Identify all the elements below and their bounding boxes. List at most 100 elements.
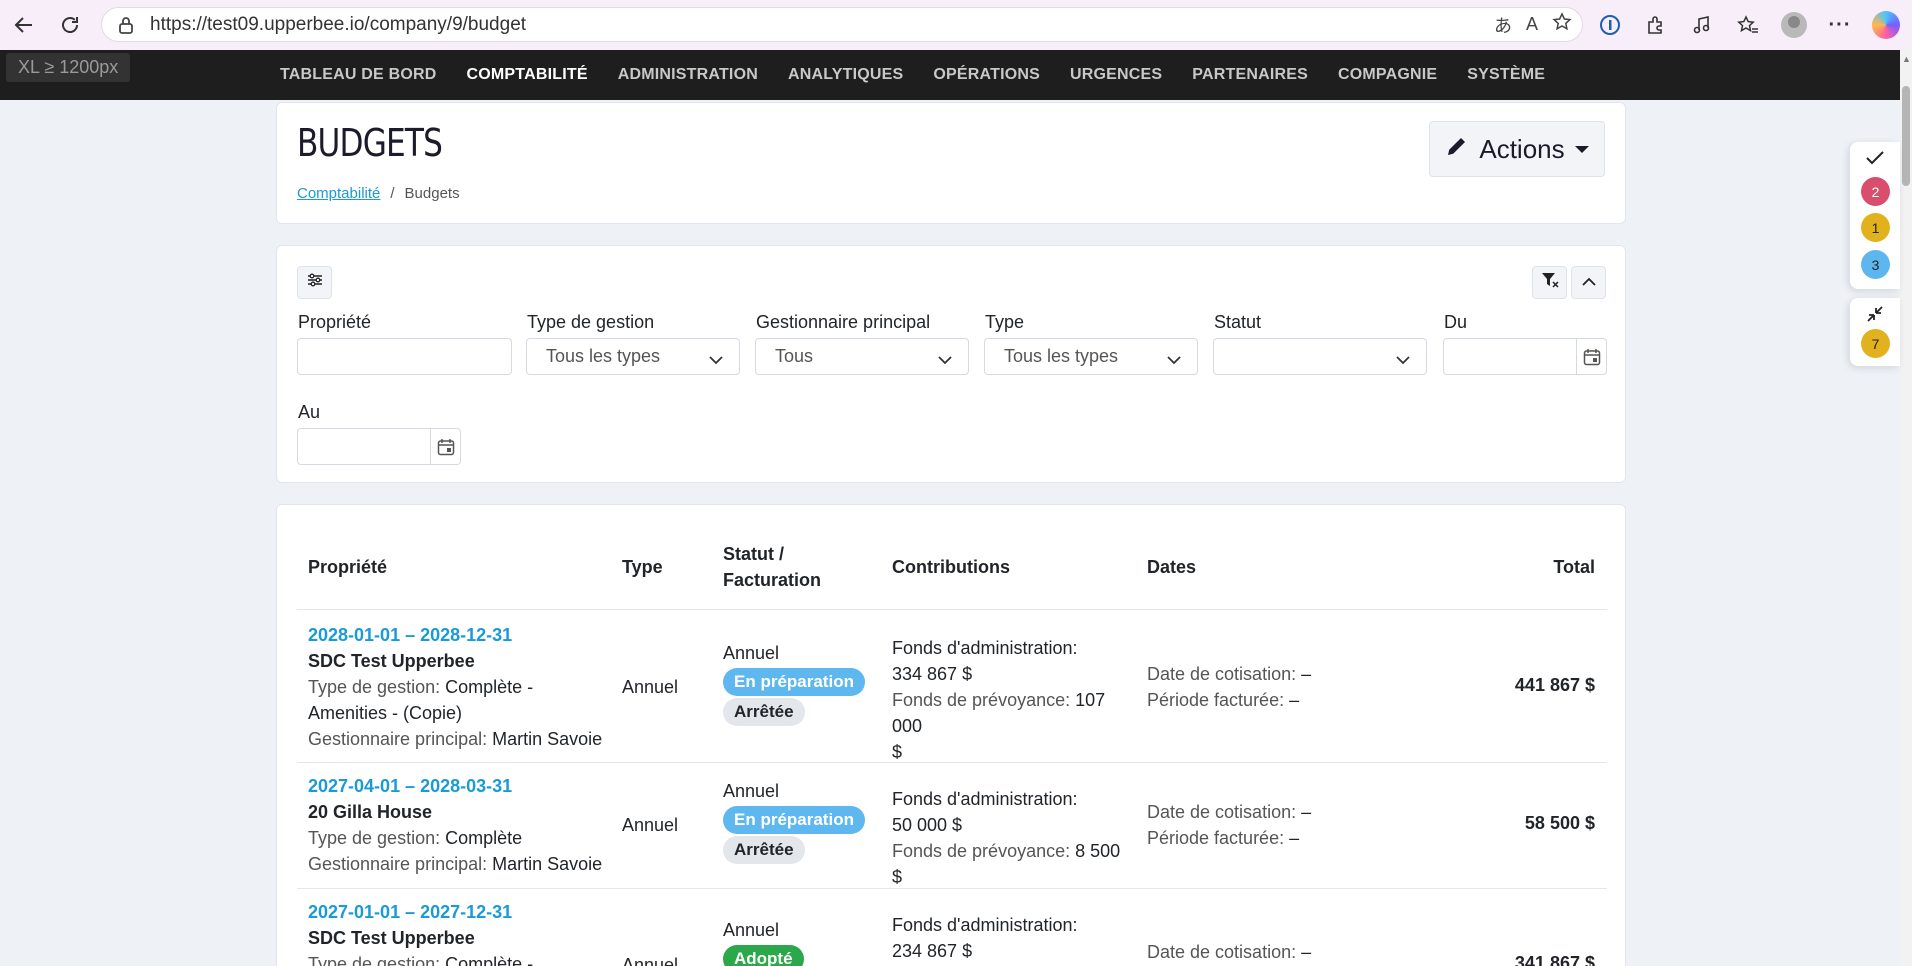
main-navigation: XL ≥ 1200px TABLEAU DE BORD COMPTABILITÉ A… — [0, 50, 1900, 100]
billing-badge: Arrêtée — [723, 698, 805, 726]
column-header-statut[interactable]: Statut / Facturation — [723, 541, 821, 593]
column-header-type[interactable]: Type — [622, 554, 663, 580]
extensions-icon[interactable] — [1638, 7, 1674, 43]
row-total: 58 500 $ — [1524, 813, 1595, 833]
translate-icon[interactable]: あ — [1494, 12, 1512, 38]
filter-settings-button[interactable] — [297, 266, 332, 299]
pencil-icon — [1445, 134, 1469, 165]
column-header-dates[interactable]: Dates — [1147, 554, 1196, 580]
row-total: 341 867 $ — [1514, 953, 1595, 966]
calendar-icon[interactable] — [1576, 339, 1606, 374]
chevron-down-icon — [709, 349, 723, 370]
admin-fund-label: Fonds d'administration: — [892, 915, 1078, 935]
actions-label: Actions — [1479, 133, 1565, 164]
row-total: 441 867 $ — [1514, 675, 1595, 695]
lock-icon — [116, 15, 136, 35]
chevron-down-icon — [1167, 349, 1181, 370]
checkmark-icon[interactable] — [1865, 150, 1885, 171]
row-type: Annuel — [622, 955, 679, 966]
nav-item-7[interactable]: COMPAGNIE — [1323, 66, 1452, 84]
page-title: BUDGETS — [297, 121, 443, 165]
favorites-icon[interactable] — [1730, 7, 1766, 43]
cotisation-value: – — [1301, 802, 1312, 822]
notification-panel: 2 1 3 — [1850, 142, 1900, 289]
scroll-up-arrow-icon[interactable]: ▲ — [1902, 54, 1911, 64]
budget-period-link[interactable]: 2028-01-01 – 2028-12-31 — [308, 622, 608, 648]
filter-label-du: Du — [1444, 312, 1468, 332]
gestionnaire-label: Gestionnaire principal: — [308, 729, 488, 749]
count-badge-gold[interactable]: 1 — [1861, 213, 1890, 242]
gestionnaire-value: Martin Savoie — [492, 729, 603, 749]
nav-item-4[interactable]: OPÉRATIONS — [918, 66, 1055, 84]
periode-value: – — [1289, 828, 1300, 848]
row-statut-type: Annuel — [723, 643, 780, 663]
count-badge-red[interactable]: 2 — [1861, 177, 1890, 206]
gestion-label: Type de gestion: — [308, 677, 441, 697]
filter-label-statut: Statut — [1214, 312, 1262, 332]
nav-item-0[interactable]: TABLEAU DE BORD — [265, 66, 451, 84]
favorite-star-icon[interactable] — [1552, 12, 1572, 37]
column-header-propriete[interactable]: Propriété — [308, 554, 387, 580]
floating-status-widget: 2 1 3 7 — [1850, 142, 1900, 366]
periode-value: – — [1289, 690, 1300, 710]
budgets-table-card: Propriété Type Statut / Facturation Contr… — [276, 504, 1626, 966]
gestion-value-line2: Amenities - (Copie) — [308, 703, 463, 723]
nav-item-2[interactable]: ADMINISTRATION — [603, 66, 773, 84]
media-icon[interactable] — [1684, 7, 1720, 43]
filter-label-type-gestion: Type de gestion — [527, 312, 655, 332]
budget-period-link[interactable]: 2027-01-01 – 2027-12-31 — [308, 899, 608, 925]
nav-item-5[interactable]: URGENCES — [1055, 66, 1177, 84]
back-icon[interactable] — [4, 5, 44, 45]
nav-item-3[interactable]: ANALYTIQUES — [773, 66, 918, 84]
row-type: Annuel — [622, 677, 679, 697]
gestionnaire-select[interactable]: Tous — [755, 338, 969, 375]
chevron-up-icon — [1581, 274, 1596, 292]
du-date-input[interactable] — [1443, 338, 1607, 375]
nav-item-6[interactable]: PARTENAIRES — [1177, 66, 1323, 84]
budget-period-link[interactable]: 2027-04-01 – 2028-03-31 — [308, 773, 608, 799]
actions-dropdown-button[interactable]: Actions — [1429, 121, 1605, 177]
filter-label-gestionnaire: Gestionnaire principal — [756, 312, 931, 332]
scrollbar-thumb[interactable] — [1902, 86, 1910, 186]
filter-label-au: Au — [298, 402, 321, 422]
clear-filters-button[interactable] — [1532, 266, 1567, 299]
read-aloud-icon[interactable]: A — [1526, 14, 1538, 35]
cotisation-label: Date de cotisation: — [1147, 942, 1297, 962]
gestion-label: Type de gestion: — [308, 954, 441, 966]
page-scrollbar[interactable]: ▲ — [1900, 50, 1912, 966]
address-bar[interactable]: https://test09.upperbee.io/company/9/bud… — [101, 7, 1583, 42]
cotisation-label: Date de cotisation: — [1147, 664, 1297, 684]
breadcrumb-link-comptabilite[interactable]: Comptabilité — [297, 185, 380, 202]
calendar-icon[interactable] — [430, 429, 460, 464]
status-badge: Adopté — [723, 945, 804, 966]
prev-fund-label: Fonds de prévoyance: — [892, 841, 1071, 861]
collapse-arrows-icon[interactable] — [1865, 304, 1885, 329]
nav-item-1[interactable]: COMPTABILITÉ — [451, 66, 602, 84]
propriete-input[interactable] — [297, 338, 512, 375]
admin-fund-label: Fonds d'administration: — [892, 638, 1078, 658]
sliders-icon — [307, 273, 323, 292]
count-badge-blue[interactable]: 3 — [1861, 250, 1890, 279]
breadcrumb-separator: / — [390, 185, 395, 202]
statut-select[interactable] — [1213, 338, 1427, 375]
copilot-icon[interactable] — [1868, 7, 1904, 43]
password-manager-icon[interactable] — [1592, 7, 1628, 43]
au-date-input[interactable] — [297, 428, 461, 465]
status-badge: En préparation — [723, 668, 865, 696]
cotisation-value: – — [1301, 664, 1312, 684]
breakpoint-badge: XL ≥ 1200px — [6, 53, 131, 82]
column-header-total[interactable]: Total — [1553, 554, 1595, 580]
url-text[interactable]: https://test09.upperbee.io/company/9/bud… — [150, 14, 526, 36]
collapse-filters-button[interactable] — [1571, 266, 1606, 299]
profile-avatar[interactable] — [1776, 7, 1812, 43]
nav-item-8[interactable]: SYSTÈME — [1452, 66, 1560, 84]
count-badge-gold-secondary[interactable]: 7 — [1861, 329, 1890, 358]
column-header-contributions[interactable]: Contributions — [892, 554, 1010, 580]
type-gestion-select[interactable]: Tous les types — [526, 338, 740, 375]
type-gestion-value: Tous les types — [546, 346, 661, 366]
secondary-panel: 7 — [1850, 298, 1900, 366]
type-select[interactable]: Tous les types — [984, 338, 1198, 375]
periode-label: Période facturée: — [1147, 828, 1285, 848]
reload-icon[interactable] — [50, 5, 90, 45]
more-options-icon[interactable]: ··· — [1822, 7, 1858, 43]
